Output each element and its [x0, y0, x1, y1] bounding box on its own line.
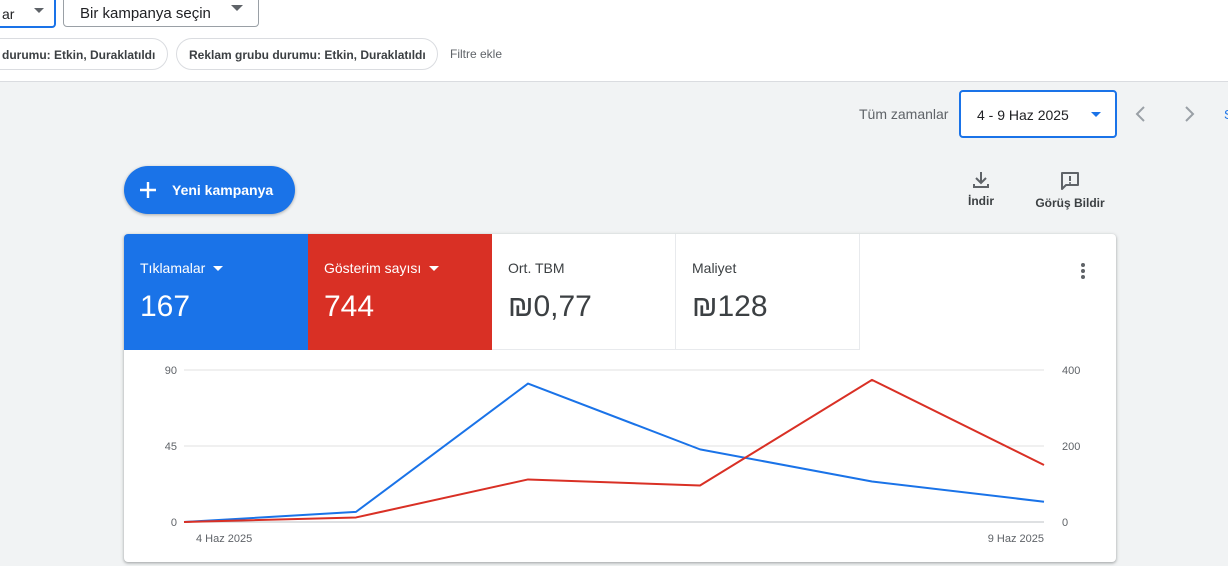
plus-icon: [140, 182, 156, 198]
feedback-icon: [1061, 172, 1079, 190]
filter-chip-status[interactable]: durumu: Etkin, Duraklatıldı: [0, 38, 168, 70]
chevron-left-icon[interactable]: [1131, 103, 1151, 125]
metric-label: Gösterim sayısı: [324, 260, 422, 276]
chevron-down-icon: [34, 8, 44, 13]
chevron-down-icon: [1091, 112, 1101, 117]
metric-value: ₪0,77: [508, 290, 592, 323]
series-line-impressions: [183, 378, 1045, 523]
date-range-value: 4 - 9 Haz 2025: [977, 107, 1069, 123]
campaign-select[interactable]: Bir kampanya seçin: [63, 0, 259, 27]
new-campaign-button[interactable]: Yeni kampanya: [124, 166, 295, 214]
y-left-tick-label: 0: [171, 517, 177, 529]
download-button[interactable]: İndir: [955, 170, 1007, 208]
date-range-select[interactable]: 4 - 9 Haz 2025: [959, 90, 1117, 138]
dropdown-arrow-icon[interactable]: [213, 265, 224, 271]
metric-value: ₪128: [692, 290, 768, 323]
new-campaign-label: Yeni kampanya: [172, 182, 274, 198]
metric-tab-avg-cpc[interactable]: Ort. TBM ₪0,77: [492, 234, 676, 350]
campaign-select-value: Bir kampanya seçin: [80, 5, 211, 22]
y-right-tick-label: 400: [1062, 365, 1080, 377]
feedback-label: Görüş Bildir: [1035, 196, 1105, 210]
y-left-tick-label: 90: [165, 365, 177, 377]
edge-link[interactable]: S: [1224, 107, 1228, 122]
x-tick-label: 4 Haz 2025: [196, 533, 252, 545]
date-range-label: Tüm zamanlar: [859, 106, 949, 122]
y-right-tick-label: 0: [1062, 517, 1068, 529]
y-right-tick-label: 200: [1062, 441, 1080, 453]
filter-bar: ar Bir kampanya seçin durumu: Etkin, Dur…: [0, 0, 1228, 82]
metric-tab-impressions[interactable]: Gösterim sayısı 744: [308, 234, 492, 350]
download-icon: [973, 172, 989, 188]
filter-chip-label: durumu: Etkin, Duraklatıldı: [2, 48, 156, 62]
download-label: İndir: [968, 194, 994, 208]
view-select-value: ar: [2, 6, 15, 22]
x-tick-label: 9 Haz 2025: [988, 533, 1044, 545]
performance-card: Tıklamalar 167 Gösterim sayısı 744 Ort. …: [124, 234, 1116, 562]
metric-label: Maliyet: [692, 260, 737, 276]
filter-chip-label: Reklam grubu durumu: Etkin, Duraklatıldı: [189, 48, 426, 62]
chevron-down-icon: [231, 5, 243, 11]
series-line-clicks: [183, 382, 1045, 523]
performance-chart: 0 45 90 0 200 400 4 Haz 2025 9 Haz 2025: [165, 365, 1081, 545]
metric-tab-cost[interactable]: Maliyet ₪128: [676, 234, 860, 350]
view-select[interactable]: ar: [0, 0, 56, 28]
feedback-button[interactable]: Görüş Bildir: [1030, 170, 1110, 210]
y-left-tick-label: 45: [165, 441, 177, 453]
metric-label: Tıklamalar: [140, 260, 206, 276]
add-filter-button[interactable]: Filtre ekle: [450, 47, 502, 61]
more-options-icon[interactable]: [1074, 260, 1092, 282]
chevron-right-icon[interactable]: [1179, 103, 1199, 125]
metric-value: 167: [140, 290, 191, 323]
metric-label: Ort. TBM: [508, 260, 565, 276]
metric-value: 744: [324, 290, 375, 323]
dropdown-arrow-icon[interactable]: [429, 265, 440, 271]
filter-chip-ad-group-status[interactable]: Reklam grubu durumu: Etkin, Duraklatıldı: [176, 38, 438, 70]
metric-tab-clicks[interactable]: Tıklamalar 167: [124, 234, 308, 350]
